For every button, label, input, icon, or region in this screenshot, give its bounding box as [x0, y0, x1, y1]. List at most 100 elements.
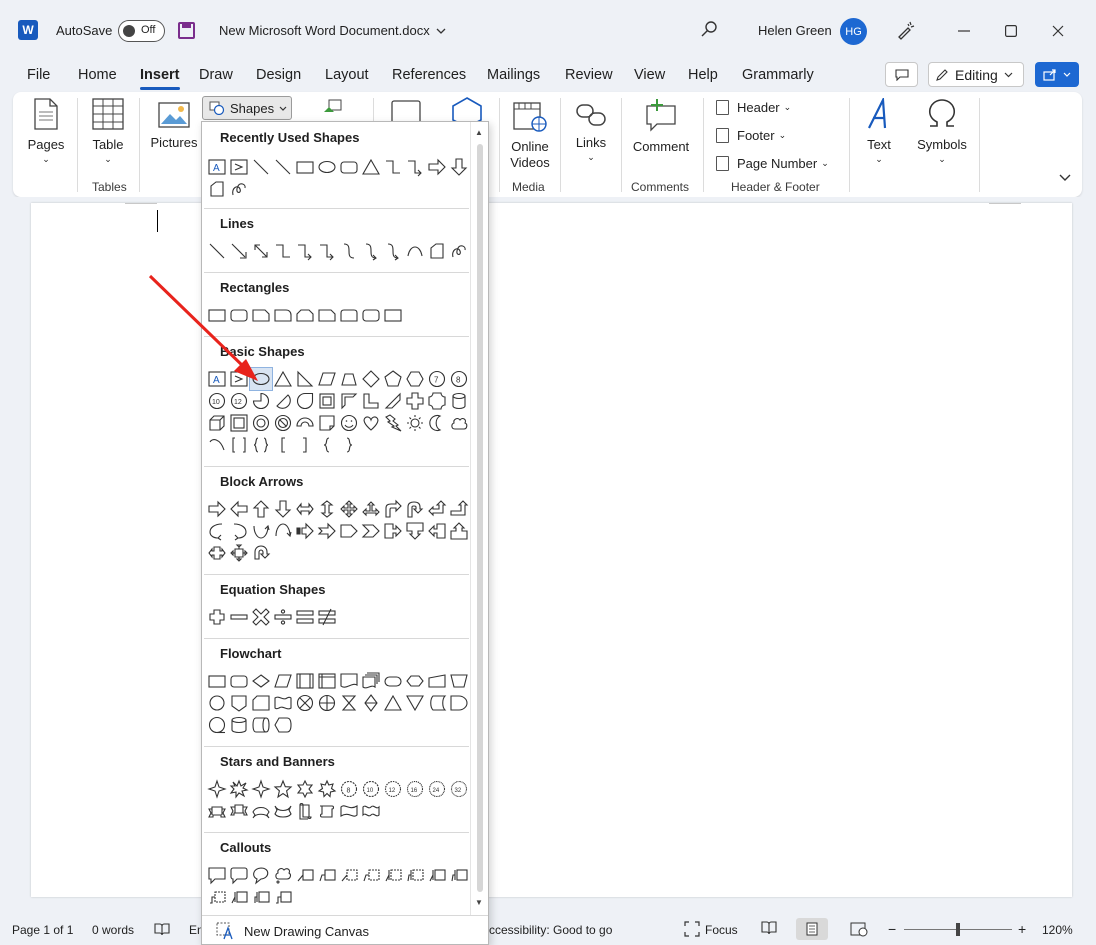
- shape-oval-icon[interactable]: [316, 156, 338, 178]
- shape-star4-icon[interactable]: [250, 778, 272, 800]
- shape-arcq-icon[interactable]: [206, 434, 228, 456]
- shape-notequal-icon[interactable]: [316, 606, 338, 628]
- shape-lrarrow-icon[interactable]: [294, 498, 316, 520]
- shape-diagstripe-icon[interactable]: [382, 390, 404, 412]
- shape-cline8-icon[interactable]: [448, 864, 470, 886]
- shape-star12-icon[interactable]: 12: [382, 778, 404, 800]
- ribbon-collapse-chevron-icon[interactable]: [1059, 174, 1071, 182]
- shape-ribbonCU-icon[interactable]: [250, 800, 272, 822]
- shape-rarrow-icon[interactable]: [426, 156, 448, 178]
- shape-round2-icon[interactable]: [338, 304, 360, 326]
- symbols-button[interactable]: Symbols ⌄: [917, 98, 967, 165]
- shape-star16-icon[interactable]: 16: [404, 778, 426, 800]
- shape-fcdata-icon[interactable]: [272, 670, 294, 692]
- shape-curvearrow-icon[interactable]: [360, 240, 382, 262]
- shape-scrollV-icon[interactable]: [294, 800, 316, 822]
- shape-dblbrace-icon[interactable]: [250, 434, 272, 456]
- shape-smiley-icon[interactable]: [338, 412, 360, 434]
- shape-line-icon[interactable]: [272, 156, 294, 178]
- footer-button[interactable]: Footer ⌄: [716, 128, 786, 143]
- shape-chord-icon[interactable]: [272, 390, 294, 412]
- shape-dblwave-icon[interactable]: [360, 800, 382, 822]
- shape-pie-icon[interactable]: [250, 390, 272, 412]
- shape-vtextbox-icon[interactable]: [228, 368, 250, 390]
- tab-home[interactable]: Home: [78, 67, 117, 83]
- shape-elbowarrow-icon[interactable]: [404, 156, 426, 178]
- shape-chevron-icon[interactable]: [360, 520, 382, 542]
- avatar[interactable]: HG: [840, 18, 867, 45]
- shape-fcinternal-icon[interactable]: [316, 670, 338, 692]
- shape-star8-icon[interactable]: 8: [338, 778, 360, 800]
- proofing-book-icon[interactable]: [154, 922, 170, 936]
- shape-pentarrow-icon[interactable]: [338, 520, 360, 542]
- shape-bevel-icon[interactable]: [228, 412, 250, 434]
- shape-fcdecision-icon[interactable]: [250, 670, 272, 692]
- shape-plus-icon[interactable]: [404, 390, 426, 412]
- shape-fcdelay-icon[interactable]: [448, 692, 470, 714]
- shape-oval-icon[interactable]: [249, 367, 273, 391]
- shape-fcor-icon[interactable]: [316, 692, 338, 714]
- shape-darrow-icon[interactable]: [448, 156, 470, 178]
- shape-lrup-icon[interactable]: [360, 498, 382, 520]
- shape-fcmultidoc-icon[interactable]: [360, 670, 382, 692]
- shape-fcsort-icon[interactable]: [360, 692, 382, 714]
- shape-parallelogram-icon[interactable]: [316, 368, 338, 390]
- tab-insert[interactable]: Insert: [140, 67, 180, 90]
- web-layout-icon[interactable]: [850, 921, 868, 937]
- shape-circarrow-icon[interactable]: [250, 542, 272, 564]
- save-icon[interactable]: [178, 22, 195, 39]
- shape-dodecagon-icon[interactable]: 12: [228, 390, 250, 412]
- shape-crect-icon[interactable]: [206, 864, 228, 886]
- shape-dblarrow-icon[interactable]: [250, 240, 272, 262]
- shape-cube-icon[interactable]: [206, 412, 228, 434]
- shape-fcdoc-icon[interactable]: [338, 670, 360, 692]
- tab-help[interactable]: Help: [688, 67, 718, 83]
- scroll-up-arrow-icon[interactable]: ▲: [475, 128, 483, 137]
- shape-ccloud-icon[interactable]: [272, 864, 294, 886]
- shape-trapezoid-icon[interactable]: [338, 368, 360, 390]
- shape-star4-icon[interactable]: [206, 778, 228, 800]
- shape-wave-icon[interactable]: [338, 800, 360, 822]
- shape-fcmanop-icon[interactable]: [448, 670, 470, 692]
- shape-halfframe-icon[interactable]: [338, 390, 360, 412]
- shape-coval-icon[interactable]: [250, 864, 272, 886]
- pages-button[interactable]: Pages ⌄: [27, 98, 65, 165]
- shape-minus-icon[interactable]: [228, 606, 250, 628]
- shape-heptagon-icon[interactable]: 7: [426, 368, 448, 390]
- tab-mailings[interactable]: Mailings: [487, 67, 540, 83]
- tab-layout[interactable]: Layout: [325, 67, 369, 83]
- shape-cbox3-icon[interactable]: [250, 886, 272, 908]
- shape-quadarrow-icon[interactable]: [338, 498, 360, 520]
- shape-curvl-icon[interactable]: [228, 520, 250, 542]
- shape-arc-icon[interactable]: [404, 240, 426, 262]
- shape-fcmerge-icon[interactable]: [404, 692, 426, 714]
- shape-cbox2-icon[interactable]: [228, 886, 250, 908]
- shape-striped-icon[interactable]: [294, 520, 316, 542]
- accessibility-status[interactable]: ccessibility: Good to go: [489, 923, 612, 937]
- shape-cline3-icon[interactable]: [338, 864, 360, 886]
- shape-ribbonU-icon[interactable]: [206, 800, 228, 822]
- maximize-button[interactable]: [993, 14, 1029, 48]
- shape-bentup-icon[interactable]: [448, 498, 470, 520]
- shape-octagon-icon[interactable]: 8: [448, 368, 470, 390]
- shape-fcprep-icon[interactable]: [404, 670, 426, 692]
- shape-lightning-icon[interactable]: [382, 412, 404, 434]
- shape-heart-icon[interactable]: [360, 412, 382, 434]
- shape-freeform-icon[interactable]: [426, 240, 448, 262]
- text-button[interactable]: Text ⌄: [861, 95, 897, 165]
- close-button[interactable]: [1040, 14, 1076, 48]
- autosave-toggle[interactable]: Off: [118, 20, 165, 42]
- shape-arrowline-icon[interactable]: [228, 240, 250, 262]
- shape-fcextract-icon[interactable]: [382, 692, 404, 714]
- shape-fcseq-icon[interactable]: [206, 714, 228, 736]
- shape-quadcallout-icon[interactable]: [228, 542, 250, 564]
- shape-plusM-icon[interactable]: [206, 606, 228, 628]
- shape-rrect-icon[interactable]: [360, 304, 382, 326]
- shape-cline7-icon[interactable]: [426, 864, 448, 886]
- shape-curvr-icon[interactable]: [206, 520, 228, 542]
- table-button[interactable]: Table ⌄: [87, 98, 129, 165]
- read-mode-icon[interactable]: [761, 921, 777, 935]
- shape-fcmanual-icon[interactable]: [426, 670, 448, 692]
- shape-fcjunction-icon[interactable]: [294, 692, 316, 714]
- shape-cline4-icon[interactable]: [360, 864, 382, 886]
